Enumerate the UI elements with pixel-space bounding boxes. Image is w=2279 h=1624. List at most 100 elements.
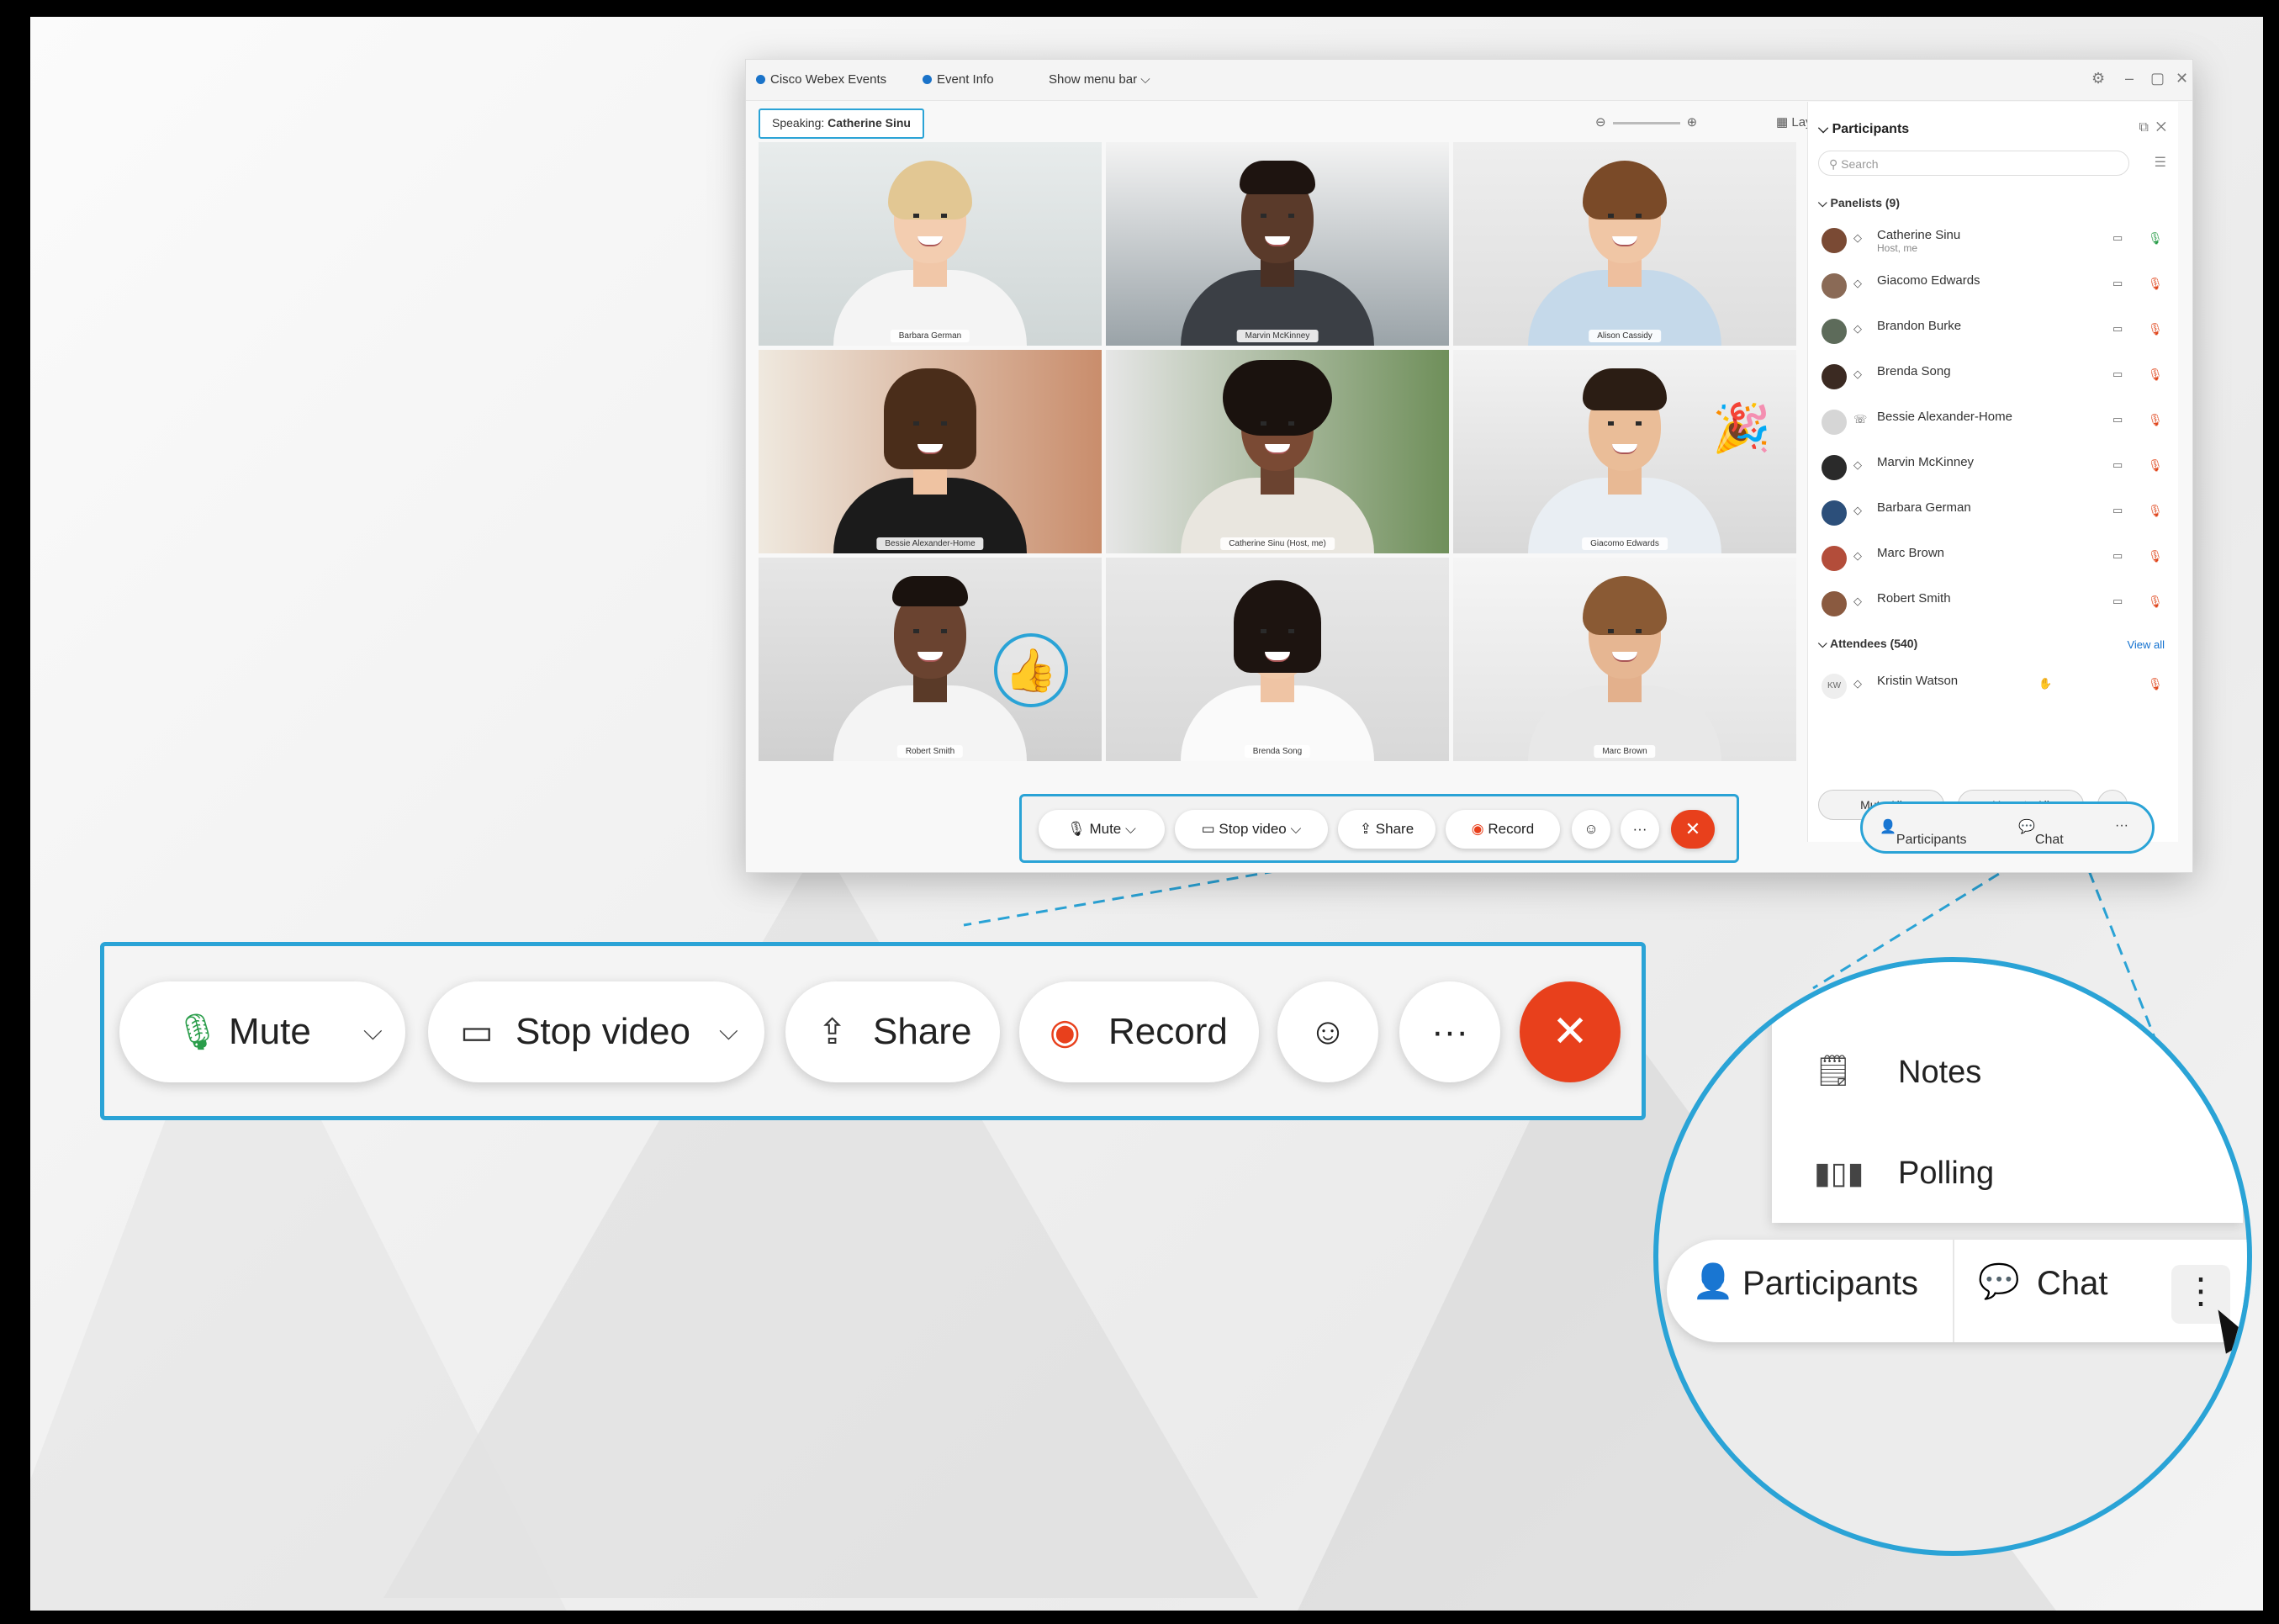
layout-icon: ▦ <box>1776 115 1789 130</box>
zoom-out-icon[interactable]: ⊖ <box>1595 115 1606 130</box>
participant-row[interactable]: ☏ Bessie Alexander-Home ▭ 🎙 <box>1818 401 2171 443</box>
share-button-small[interactable]: ⇪ Share <box>1338 810 1436 849</box>
reactions-button[interactable]: ☺ <box>1277 981 1378 1082</box>
video-tile[interactable]: 🎉 Giacomo Edwards <box>1453 350 1796 553</box>
chat-button-small[interactable]: 💬 Chat <box>2018 818 2064 847</box>
phone-icon: ☏ <box>1853 413 1868 426</box>
microphone-muted-icon[interactable]: 🎙 <box>2148 413 2163 427</box>
leave-meeting-button[interactable]: ✕ <box>1520 981 1621 1082</box>
microphone-icon[interactable]: 🎙 <box>2148 231 2163 246</box>
participant-row[interactable]: ◇ Robert Smith ▭ 🎙 <box>1818 583 2171 625</box>
chevron-down-icon[interactable]: ⌵ <box>363 981 383 1082</box>
tile-name-label: Alison Cassidy <box>1589 330 1661 342</box>
participants-button-small[interactable]: 👤 Participants <box>1880 818 1967 847</box>
zoom-control[interactable]: ⊖ ⊕ <box>1595 110 1697 135</box>
camera-icon[interactable]: ▭ <box>2112 413 2123 426</box>
microphone-muted-icon[interactable]: 🎙 <box>2148 368 2163 382</box>
stop-video-button[interactable]: ▭ Stop video ⌵ <box>428 981 764 1082</box>
video-tile[interactable]: 👍 Robert Smith <box>759 558 1102 761</box>
video-tile[interactable]: Barbara German <box>759 142 1102 346</box>
mute-button[interactable]: 🎙 Mute ⌵ <box>119 981 405 1082</box>
maximize-icon[interactable]: ▢ <box>2150 70 2165 87</box>
event-info-button[interactable]: Event Info <box>923 72 994 87</box>
magnified-view: 🗒 Notes ▮▯▮ Polling 👤 Participants 💬 Cha… <box>1653 957 2252 1556</box>
status-icon: ◇ <box>1853 504 1862 516</box>
video-tile[interactable]: Marc Brown <box>1453 558 1796 761</box>
more-panels-button-small[interactable]: ··· <box>2115 818 2128 833</box>
video-tile[interactable]: Alison Cassidy <box>1453 142 1796 346</box>
participant-row[interactable]: ◇ Brenda Song ▭ 🎙 <box>1818 356 2171 398</box>
participants-button[interactable]: Participants <box>1742 1265 1918 1303</box>
video-tile[interactable]: Brenda Song <box>1106 558 1449 761</box>
participant-row[interactable]: ◇ Marc Brown ▭ 🎙 <box>1818 537 2171 579</box>
zoom-slider[interactable] <box>1612 121 1680 124</box>
microphone-muted-icon[interactable]: 🎙 <box>2148 595 2163 609</box>
video-tile[interactable]: Marvin McKinney <box>1106 142 1449 346</box>
participant-row[interactable]: ◇ Marvin McKinney ▭ 🎙 <box>1818 447 2171 489</box>
chat-button[interactable]: Chat <box>2037 1265 2108 1303</box>
camera-icon[interactable]: ▭ <box>2112 458 2123 472</box>
share-button[interactable]: ⇪ Share <box>785 981 1000 1082</box>
screenshot-frame: Cisco Webex Events Event Info Show menu … <box>0 0 2279 1624</box>
mute-button-small[interactable]: 🎙 Mute ⌵ <box>1039 810 1165 849</box>
participant-row[interactable]: ◇ Brandon Burke ▭ 🎙 <box>1818 310 2171 352</box>
camera-icon[interactable]: ▭ <box>2112 277 2123 290</box>
microphone-muted-icon[interactable]: 🎙 <box>2148 322 2163 336</box>
status-icon: ◇ <box>1853 277 1862 289</box>
close-icon: ✕ <box>1552 1008 1589 1056</box>
background-canvas: Cisco Webex Events Event Info Show menu … <box>30 17 2263 1611</box>
microphone-muted-icon[interactable]: 🎙 <box>2148 504 2163 518</box>
webex-logo-icon <box>756 75 765 84</box>
record-button-small[interactable]: ◉ Record <box>1446 810 1560 849</box>
camera-icon[interactable]: ▭ <box>2112 595 2123 608</box>
participant-search-input[interactable]: ⚲ Search <box>1818 151 2129 176</box>
minimize-icon[interactable]: – <box>2125 70 2134 87</box>
participants-panel-title[interactable]: ⌵ Participants <box>1818 122 1909 137</box>
participant-row[interactable]: ◇ Barbara German ▭ 🎙 <box>1818 492 2171 534</box>
stop-video-button-small[interactable]: ▭ Stop video ⌵ <box>1175 810 1328 849</box>
info-icon <box>923 75 932 84</box>
video-tile-active-speaker[interactable]: Catherine Sinu (Host, me) <box>1106 350 1449 553</box>
tile-name-label: Catherine Sinu (Host, me) <box>1220 537 1335 550</box>
status-icon: ◇ <box>1853 677 1862 690</box>
notes-icon: 🗒 <box>1814 1053 1853 1087</box>
camera-icon[interactable]: ▭ <box>2112 549 2123 563</box>
close-panel-icon[interactable]: ✕ <box>2156 120 2166 135</box>
avatar <box>1822 455 1847 480</box>
camera-icon[interactable]: ▭ <box>2112 504 2123 517</box>
record-button[interactable]: ◉ Record <box>1019 981 1259 1082</box>
settings-icon[interactable]: ⚙ <box>2091 70 2105 87</box>
camera-icon[interactable]: ▭ <box>2112 322 2123 336</box>
microphone-muted-icon[interactable]: 🎙 <box>2148 458 2163 473</box>
sort-icon[interactable]: ☰ <box>2155 154 2166 171</box>
participant-row[interactable]: ◇ Giacomo Edwards ▭ 🎙 <box>1818 265 2171 307</box>
reactions-button-small[interactable]: ☺ <box>1572 810 1610 849</box>
tile-name-label: Brenda Song <box>1244 745 1311 758</box>
microphone-muted-icon[interactable]: 🎙 <box>2148 677 2163 691</box>
status-icon: ◇ <box>1853 549 1862 562</box>
status-icon: ◇ <box>1853 595 1862 607</box>
tile-name-label: Robert Smith <box>896 745 964 758</box>
camera-icon[interactable]: ▭ <box>2112 231 2123 245</box>
more-options-button[interactable]: ··· <box>1399 981 1500 1082</box>
share-icon: ⇪ <box>817 1012 848 1051</box>
camera-icon[interactable]: ▭ <box>2112 368 2123 381</box>
more-button-small[interactable]: ··· <box>1621 810 1659 849</box>
microphone-muted-icon[interactable]: 🎙 <box>2148 277 2163 291</box>
video-tile[interactable]: Bessie Alexander-Home <box>759 350 1102 553</box>
emoji-icon: ☺ <box>1309 1011 1347 1052</box>
zoom-in-icon[interactable]: ⊕ <box>1687 115 1698 130</box>
view-all-link[interactable]: View all <box>2127 638 2165 651</box>
attendees-group-header[interactable]: ⌵ Attendees (540) <box>1818 637 1917 651</box>
status-icon: ◇ <box>1853 231 1862 244</box>
panelists-group-header[interactable]: ⌵ Panelists (9) <box>1818 196 1900 210</box>
microphone-muted-icon[interactable]: 🎙 <box>2148 549 2163 563</box>
close-icon[interactable]: ✕ <box>2176 70 2188 87</box>
attendee-row[interactable]: KW ◇ Kristin Watson ✋ 🎙 <box>1818 665 2171 707</box>
participant-row[interactable]: ◇ Catherine Sinu Host, me ▭ 🎙 <box>1818 220 2171 262</box>
chevron-down-icon[interactable]: ⌵ <box>719 981 738 1082</box>
leave-button-small[interactable]: ✕ <box>1671 810 1715 849</box>
show-menu-bar-button[interactable]: Show menu bar ⌵ <box>1049 72 1150 87</box>
microphone-icon: 🎙 <box>175 1012 220 1051</box>
popout-icon[interactable]: ⧉ <box>2139 120 2148 135</box>
